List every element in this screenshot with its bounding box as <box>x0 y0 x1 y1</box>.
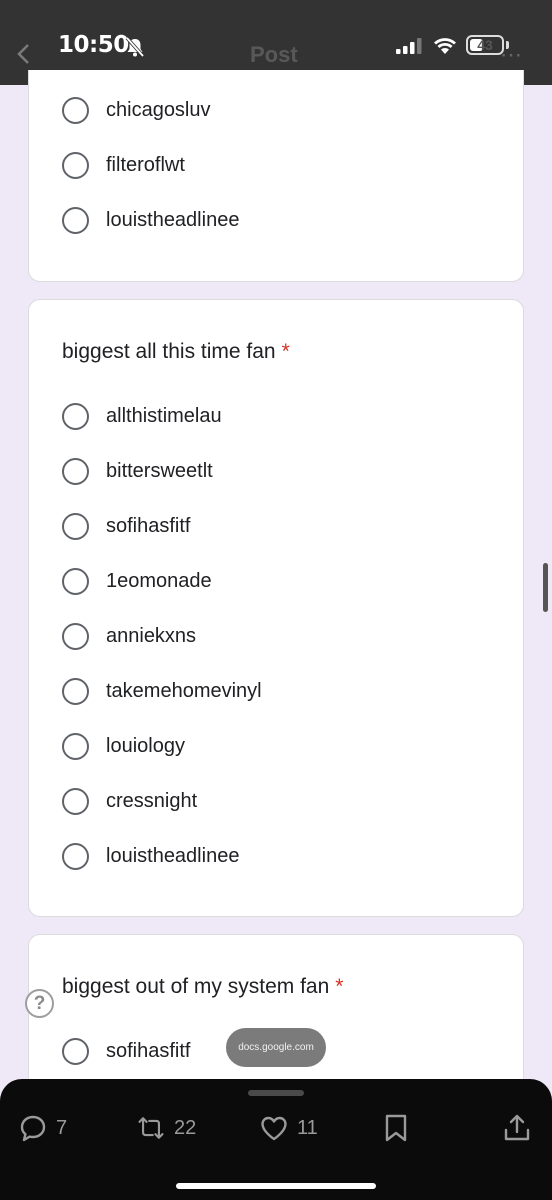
silenced-bell-icon <box>125 36 145 58</box>
question-card-all-this-time: biggest all this time fan * allthistimela… <box>28 299 524 917</box>
bookmark-icon <box>385 1114 407 1142</box>
radio-button-icon[interactable] <box>62 787 89 815</box>
option-label: takemehomevinyl <box>106 679 262 702</box>
question-title-text: biggest all this time fan <box>62 340 276 363</box>
share-button[interactable] <box>502 1113 532 1143</box>
question-title: biggest out of my system fan * <box>62 975 343 999</box>
radio-option[interactable]: louistheadlinee <box>62 841 239 871</box>
radio-button-icon[interactable] <box>62 567 89 595</box>
back-arrow-icon <box>17 44 29 64</box>
radio-option[interactable]: sofihasfitf <box>62 511 190 541</box>
url-pill[interactable]: docs.google.com <box>226 1028 326 1067</box>
cellular-signal-icon <box>396 38 422 54</box>
repost-count: 22 <box>174 1116 197 1139</box>
battery-level: 43 <box>477 37 493 53</box>
question-title: biggest all this time fan * <box>62 340 290 364</box>
like-count: 11 <box>297 1116 318 1139</box>
radio-option[interactable]: anniekxns <box>62 621 196 651</box>
sheet-handle[interactable] <box>248 1090 304 1096</box>
radio-option[interactable]: allthistimelau <box>62 401 222 431</box>
option-label: cressnight <box>106 789 198 812</box>
required-asterisk: * <box>335 975 344 998</box>
radio-option[interactable]: cressnight <box>62 786 197 816</box>
repost-button[interactable]: 22 <box>136 1113 196 1143</box>
share-icon <box>504 1114 530 1141</box>
option-label: louistheadlinee <box>106 208 240 231</box>
question-title-text: biggest out of my system fan <box>62 975 330 998</box>
radio-option[interactable]: louiology <box>62 731 185 761</box>
radio-button-icon[interactable] <box>62 402 89 430</box>
option-label: bittersweetlt <box>106 459 213 482</box>
radio-button-icon[interactable] <box>62 677 89 705</box>
reply-bubble-icon <box>20 1115 46 1142</box>
reply-button[interactable]: 7 <box>18 1113 67 1143</box>
option-label: louiology <box>106 734 185 757</box>
home-indicator[interactable] <box>176 1183 376 1189</box>
bookmark-button[interactable] <box>381 1113 411 1143</box>
radio-button-icon[interactable] <box>62 151 89 179</box>
option-label: anniekxns <box>106 624 197 647</box>
question-card-previous: chicagosluv filteroflwt louistheadlinee <box>28 70 524 282</box>
required-asterisk: * <box>281 340 290 363</box>
repost-icon <box>138 1117 164 1139</box>
option-label: chicagosluv <box>106 98 211 121</box>
radio-option[interactable]: filteroflwt <box>62 150 185 180</box>
radio-button-icon[interactable] <box>62 732 89 760</box>
radio-button-icon[interactable] <box>62 457 89 485</box>
radio-option[interactable]: louistheadlinee <box>62 205 239 235</box>
wifi-icon <box>434 38 456 54</box>
help-icon[interactable]: ? <box>25 989 54 1018</box>
radio-option[interactable]: bittersweetlt <box>62 456 213 486</box>
battery-icon: 43 <box>466 35 504 55</box>
scrollbar-thumb[interactable] <box>543 563 548 612</box>
option-label: filteroflwt <box>106 153 185 176</box>
battery-tip <box>506 41 509 49</box>
like-button[interactable]: 11 <box>259 1113 318 1143</box>
option-label: sofihasfitf <box>106 1039 191 1062</box>
post-action-bar: 7 22 11 <box>0 1079 552 1200</box>
radio-button-icon[interactable] <box>62 842 89 870</box>
option-label: louistheadlinee <box>106 844 240 867</box>
option-label: 1eomonade <box>106 569 212 592</box>
radio-button-icon[interactable] <box>62 206 89 234</box>
option-label: sofihasfitf <box>106 514 191 537</box>
radio-button-icon[interactable] <box>62 622 89 650</box>
radio-option[interactable]: sofihasfitf <box>62 1036 190 1066</box>
radio-button-icon[interactable] <box>62 512 89 540</box>
radio-option[interactable]: 1eomonade <box>62 566 212 596</box>
header-title: Post <box>250 42 298 67</box>
radio-option[interactable]: chicagosluv <box>62 95 211 125</box>
radio-option[interactable]: takemehomevinyl <box>62 676 262 706</box>
radio-button-icon[interactable] <box>62 1037 89 1065</box>
radio-button-icon[interactable] <box>62 96 89 124</box>
status-time: 10:50 <box>58 32 129 58</box>
heart-icon <box>261 1116 287 1141</box>
reply-count: 7 <box>56 1116 68 1139</box>
option-label: allthistimelau <box>106 404 222 427</box>
